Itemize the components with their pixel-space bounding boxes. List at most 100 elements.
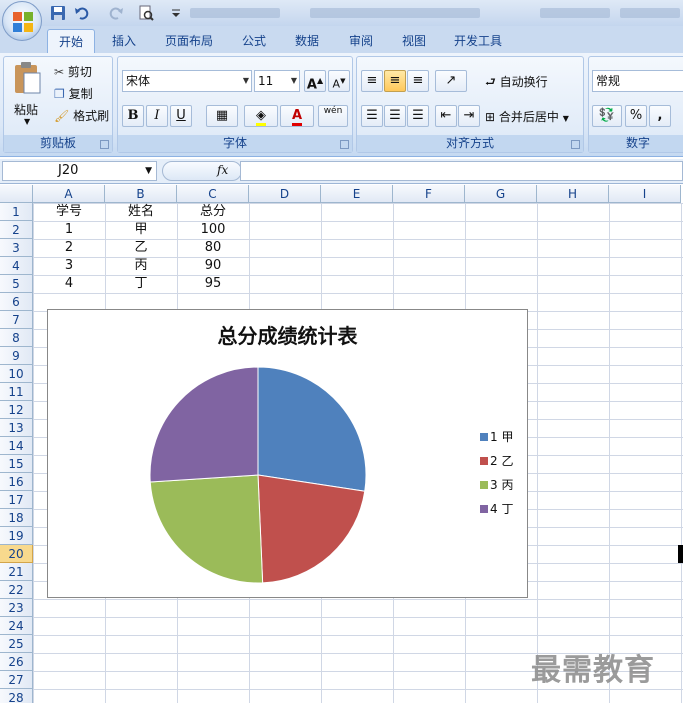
table-cell[interactable]: 3 <box>33 257 105 275</box>
merge-center-button[interactable]: ⊞ 合并后居中 ▼ <box>485 108 569 125</box>
increase-indent-button[interactable]: ⇥ <box>458 105 480 127</box>
cut-button[interactable]: ✂ 剪切 <box>54 63 92 80</box>
row-header[interactable]: 18 <box>0 509 33 527</box>
decrease-indent-button[interactable]: ⇤ <box>435 105 457 127</box>
row-header[interactable]: 23 <box>0 599 33 617</box>
column-header[interactable]: D <box>249 185 321 203</box>
font-launcher-icon[interactable] <box>340 140 349 149</box>
phonetic-button[interactable]: wén <box>318 105 348 127</box>
row-header[interactable]: 7 <box>0 311 33 329</box>
row-header[interactable]: 8 <box>0 329 33 347</box>
column-header[interactable]: G <box>465 185 537 203</box>
column-header[interactable]: C <box>177 185 249 203</box>
row-header[interactable]: 11 <box>0 383 33 401</box>
row-header[interactable]: 15 <box>0 455 33 473</box>
tab-data[interactable]: 数据 <box>283 29 331 53</box>
save-icon[interactable] <box>50 5 66 21</box>
column-header[interactable]: I <box>609 185 681 203</box>
pie-slice[interactable] <box>149 366 259 483</box>
align-left-button[interactable]: ☰ <box>361 105 383 127</box>
row-header[interactable]: 28 <box>0 689 33 703</box>
column-header[interactable]: F <box>393 185 465 203</box>
table-cell[interactable]: 2 <box>33 239 105 257</box>
tab-home[interactable]: 开始 <box>47 29 95 53</box>
align-right-button[interactable]: ☰ <box>407 105 429 127</box>
alignment-launcher-icon[interactable] <box>571 140 580 149</box>
align-top-button[interactable]: ≡ <box>361 70 383 92</box>
underline-button[interactable]: U <box>170 105 192 127</box>
row-header[interactable]: 21 <box>0 563 33 581</box>
column-header[interactable]: E <box>321 185 393 203</box>
table-cell[interactable]: 学号 <box>33 203 105 221</box>
table-cell[interactable]: 100 <box>177 221 249 239</box>
row-header[interactable]: 14 <box>0 437 33 455</box>
column-header[interactable]: H <box>537 185 609 203</box>
grow-font-button[interactable]: A▲ <box>304 70 326 92</box>
row-header[interactable]: 5 <box>0 275 33 293</box>
row-header[interactable]: 22 <box>0 581 33 599</box>
borders-button[interactable]: ▦ <box>206 105 238 127</box>
tab-developer[interactable]: 开发工具 <box>443 29 513 53</box>
row-header[interactable]: 1 <box>0 203 33 221</box>
name-box[interactable]: J20 ▼ <box>2 161 157 181</box>
row-header[interactable]: 6 <box>0 293 33 311</box>
row-header[interactable]: 13 <box>0 419 33 437</box>
column-header[interactable]: B <box>105 185 177 203</box>
font-color-button[interactable]: A <box>280 105 314 127</box>
pie-slice[interactable] <box>149 474 264 584</box>
fill-color-button[interactable]: ◈ <box>244 105 278 127</box>
row-header[interactable]: 27 <box>0 671 33 689</box>
row-header[interactable]: 4 <box>0 257 33 275</box>
shrink-font-button[interactable]: A▼ <box>328 70 350 92</box>
undo-icon[interactable] <box>74 5 90 21</box>
table-cell[interactable]: 总分 <box>177 203 249 221</box>
table-cell[interactable]: 95 <box>177 275 249 293</box>
row-header[interactable]: 26 <box>0 653 33 671</box>
table-cell[interactable]: 4 <box>33 275 105 293</box>
insert-function-icon[interactable]: fx <box>217 163 228 177</box>
row-header[interactable]: 24 <box>0 617 33 635</box>
accounting-format-button[interactable]: 💱 <box>592 105 622 127</box>
bold-button[interactable]: B <box>122 105 144 127</box>
number-format-select[interactable]: 常规 <box>592 70 683 92</box>
percent-style-button[interactable]: % <box>625 105 647 127</box>
customize-qat-icon[interactable] <box>168 5 184 21</box>
office-button[interactable] <box>2 1 42 41</box>
pie-chart[interactable]: 总分成绩统计表 1 甲 2 乙 3 丙 4 丁 <box>47 309 528 598</box>
table-cell[interactable]: 甲 <box>105 221 177 239</box>
pie-slice[interactable] <box>257 366 367 492</box>
print-preview-icon[interactable] <box>138 5 154 21</box>
paste-button[interactable]: 粘贴 ▼ <box>12 61 46 127</box>
tab-insert[interactable]: 插入 <box>100 29 148 53</box>
copy-button[interactable]: ❐ 复制 <box>54 85 93 102</box>
column-header[interactable]: A <box>33 185 105 203</box>
align-middle-button[interactable]: ≡ <box>384 70 406 92</box>
table-cell[interactable]: 90 <box>177 257 249 275</box>
pie-slice[interactable] <box>257 474 366 584</box>
row-header[interactable]: 10 <box>0 365 33 383</box>
clipboard-launcher-icon[interactable] <box>100 140 109 149</box>
redo-icon[interactable] <box>108 5 124 21</box>
tab-page-layout[interactable]: 页面布局 <box>155 29 223 53</box>
row-header[interactable]: 19 <box>0 527 33 545</box>
select-all-corner[interactable] <box>0 185 33 203</box>
tab-formulas[interactable]: 公式 <box>230 29 278 53</box>
wrap-text-button[interactable]: ⮐ 自动换行 <box>485 73 548 94</box>
align-bottom-button[interactable]: ≡ <box>407 70 429 92</box>
orientation-button[interactable]: ↗ <box>435 70 467 92</box>
row-header[interactable]: 3 <box>0 239 33 257</box>
font-size-select[interactable]: 11 ▼ <box>254 70 300 92</box>
row-header[interactable]: 17 <box>0 491 33 509</box>
row-header[interactable]: 20 <box>0 545 33 563</box>
row-header[interactable]: 2 <box>0 221 33 239</box>
table-cell[interactable]: 姓名 <box>105 203 177 221</box>
comma-style-button[interactable]: , <box>649 105 671 127</box>
table-cell[interactable]: 1 <box>33 221 105 239</box>
scrollbar-marker[interactable] <box>678 545 683 563</box>
align-center-button[interactable]: ☰ <box>384 105 406 127</box>
row-header[interactable]: 16 <box>0 473 33 491</box>
tab-review[interactable]: 审阅 <box>337 29 385 53</box>
row-header[interactable]: 25 <box>0 635 33 653</box>
format-painter-button[interactable]: 🖌 格式刷 <box>54 107 109 124</box>
table-cell[interactable]: 80 <box>177 239 249 257</box>
